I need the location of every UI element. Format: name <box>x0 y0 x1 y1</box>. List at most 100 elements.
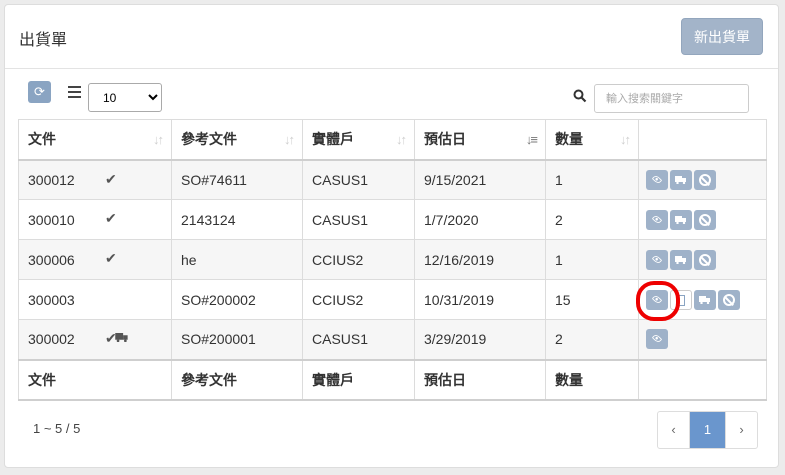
cell-reference: 2143124 <box>171 199 303 240</box>
view-button[interactable] <box>646 249 668 270</box>
footer-date: 預估日 <box>414 358 546 401</box>
cell-date: 12/16/2019 <box>414 239 546 280</box>
view-button[interactable] <box>646 169 668 190</box>
cell-quantity: 1 <box>545 239 639 280</box>
view-button[interactable] <box>646 209 668 230</box>
sort-icon: ↓↑ <box>153 132 164 147</box>
document-number: 300012 <box>28 171 75 188</box>
truck-icon <box>675 175 686 184</box>
cell-quantity: 15 <box>545 279 639 320</box>
column-header-label: 實體戶 <box>312 131 354 148</box>
refresh-button[interactable]: ⟳ <box>28 81 51 103</box>
check-icon: ✔ <box>105 250 117 266</box>
sort-desc-icon: ↓≡ <box>525 132 538 147</box>
column-header-label: 參考文件 <box>181 131 237 148</box>
column-header-quantity[interactable]: 數量 ↓↑ <box>545 119 639 161</box>
column-header-label: 預估日 <box>424 131 466 148</box>
column-header-entity[interactable]: 實體戶 ↓↑ <box>302 119 415 161</box>
document-number: 300010 <box>28 211 75 228</box>
page-title: 出貨單 <box>19 32 68 49</box>
refresh-icon: ⟳ <box>34 84 45 99</box>
cell-document: 300010 ✔ <box>18 199 172 240</box>
prev-page-button[interactable]: ‹ <box>658 412 690 448</box>
cell-reference: SO#74611 <box>171 159 303 200</box>
cell-actions <box>638 319 767 360</box>
ban-icon <box>699 213 711 226</box>
cell-entity: CCIUS2 <box>302 239 415 280</box>
cell-actions <box>638 239 767 280</box>
check-icon: ✔ <box>105 170 117 187</box>
cell-entity: CASUS1 <box>302 319 415 360</box>
footer-actions <box>638 358 767 401</box>
check-icon: ✔ <box>105 210 117 226</box>
table-row: 300002 ✔ SO#200001 CASUS1 3/29/2019 2 <box>18 319 767 360</box>
table-header-row: 文件 ↓↑ 參考文件 ↓↑ 實體戶 ↓↑ 預估日 ↓≡ 數量 ↓↑ <box>18 119 767 161</box>
list-icon <box>68 86 81 98</box>
ban-icon <box>699 173 711 186</box>
cell-actions <box>638 159 767 200</box>
search-input[interactable] <box>594 84 749 113</box>
cancel-button[interactable] <box>694 249 716 270</box>
cell-reference: SO#200002 <box>171 279 303 320</box>
cell-quantity: 2 <box>545 319 639 360</box>
next-page-button[interactable]: › <box>726 412 757 448</box>
cell-date: 9/15/2021 <box>414 159 546 200</box>
column-header-reference[interactable]: 參考文件 ↓↑ <box>171 119 303 161</box>
cell-document: 300012 ✔ <box>18 159 172 200</box>
highlight-circle <box>636 281 680 321</box>
cell-document: 300002 ✔ <box>18 319 172 360</box>
ship-button[interactable] <box>670 209 692 230</box>
truck-icon <box>699 295 710 304</box>
footer-document: 文件 <box>18 358 172 401</box>
eye-icon <box>651 253 663 265</box>
ship-button[interactable] <box>694 289 716 310</box>
column-header-label: 數量 <box>555 131 583 148</box>
record-range: 1 ~ 5 / 5 <box>33 421 81 436</box>
cell-document: 300003 <box>18 279 172 320</box>
search-icon <box>573 89 587 103</box>
column-header-label: 文件 <box>28 131 56 148</box>
cell-date: 3/29/2019 <box>414 319 546 360</box>
shipment-table: 文件 ↓↑ 參考文件 ↓↑ 實體戶 ↓↑ 預估日 ↓≡ 數量 ↓↑ 300012 ✔ SO#… <box>18 119 767 401</box>
view-button[interactable] <box>646 329 668 350</box>
column-header-document[interactable]: 文件 ↓↑ <box>18 119 172 161</box>
page-size-select[interactable]: 10 <box>88 83 162 112</box>
sort-icon: ↓↑ <box>396 132 407 147</box>
cell-entity: CCIUS2 <box>302 279 415 320</box>
cancel-button[interactable] <box>718 289 740 310</box>
footer-quantity: 數量 <box>545 358 639 401</box>
table-row: 300006 ✔ he CCIUS2 12/16/2019 1 <box>18 239 767 280</box>
cell-actions <box>638 199 767 240</box>
sort-icon: ↓↑ <box>284 132 295 147</box>
table-row: 300012 ✔ SO#74611 CASUS1 9/15/2021 1 <box>18 159 767 200</box>
new-shipment-button[interactable]: 新出貨單 <box>681 18 763 55</box>
footer-entity: 實體戶 <box>302 358 415 401</box>
cancel-button[interactable] <box>694 209 716 230</box>
page-1-button[interactable]: 1 <box>690 412 726 448</box>
footer-reference: 參考文件 <box>171 358 303 401</box>
eye-icon <box>651 333 663 344</box>
document-number: 300002 <box>28 331 75 348</box>
cell-reference: SO#200001 <box>171 319 303 360</box>
eye-icon <box>651 213 663 225</box>
pagination: ‹ 1 › <box>657 411 758 449</box>
table-row: 300010 ✔ 2143124 CASUS1 1/7/2020 2 <box>18 199 767 240</box>
cancel-button[interactable] <box>694 169 716 190</box>
ship-button[interactable] <box>670 169 692 190</box>
truck-icon <box>675 255 686 264</box>
panel-header: 出貨單 新出貨單 <box>5 5 778 69</box>
table-footer-row: 文件 參考文件 實體戶 預估日 數量 <box>18 358 767 401</box>
column-header-actions <box>638 119 767 161</box>
truck-icon <box>675 215 686 224</box>
ban-icon <box>699 253 711 266</box>
eye-icon <box>651 174 663 185</box>
cell-entity: CASUS1 <box>302 159 415 200</box>
sort-icon: ↓↑ <box>620 132 631 147</box>
ship-button[interactable] <box>670 249 692 270</box>
column-header-date[interactable]: 預估日 ↓≡ <box>414 119 546 161</box>
cell-entity: CASUS1 <box>302 199 415 240</box>
cell-date: 10/31/2019 <box>414 279 546 320</box>
cell-quantity: 1 <box>545 159 639 200</box>
cell-document: 300006 ✔ <box>18 239 172 280</box>
cell-quantity: 2 <box>545 199 639 240</box>
